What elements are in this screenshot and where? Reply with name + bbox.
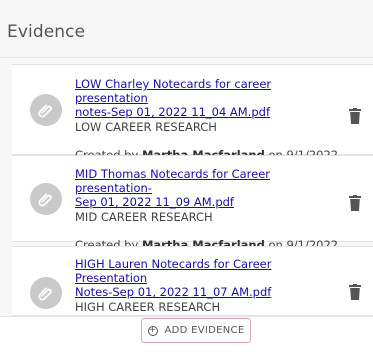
evidence-file-link[interactable]: HIGH Lauren Notecards for Career Present…	[75, 257, 343, 299]
panel-header: Evidence	[0, 0, 373, 58]
delete-button[interactable]	[349, 195, 361, 211]
evidence-item: LOW Charley Notecards for career present…	[12, 64, 373, 162]
trash-icon	[349, 108, 361, 124]
trash-icon	[349, 195, 361, 211]
paperclip-icon	[30, 94, 62, 126]
evidence-list: LOW Charley Notecards for career present…	[0, 58, 373, 355]
evidence-category: HIGH CAREER RESEARCH	[75, 300, 221, 314]
delete-button[interactable]	[349, 284, 361, 300]
paperclip-icon	[30, 183, 62, 215]
evidence-item: HIGH Lauren Notecards for Career Present…	[12, 246, 373, 316]
paperclip-icon	[30, 277, 62, 309]
add-evidence-bar: + ADD EVIDENCE	[0, 316, 373, 355]
delete-button[interactable]	[349, 108, 361, 124]
add-evidence-button[interactable]: + ADD EVIDENCE	[141, 318, 251, 343]
add-evidence-label: ADD EVIDENCE	[164, 325, 245, 336]
trash-icon	[349, 284, 361, 300]
evidence-item: MID Thomas Notecards for Career presenta…	[12, 155, 373, 252]
evidence-category: MID CAREER RESEARCH	[75, 210, 213, 224]
panel-title: Evidence	[7, 22, 86, 42]
evidence-file-link[interactable]: MID Thomas Notecards for Career presenta…	[75, 167, 343, 209]
evidence-file-link[interactable]: LOW Charley Notecards for career present…	[75, 77, 343, 119]
plus-circle-icon: +	[147, 325, 158, 336]
evidence-panel: Evidence LOW Charley Notecards for caree…	[0, 0, 373, 355]
evidence-category: LOW CAREER RESEARCH	[75, 120, 217, 134]
